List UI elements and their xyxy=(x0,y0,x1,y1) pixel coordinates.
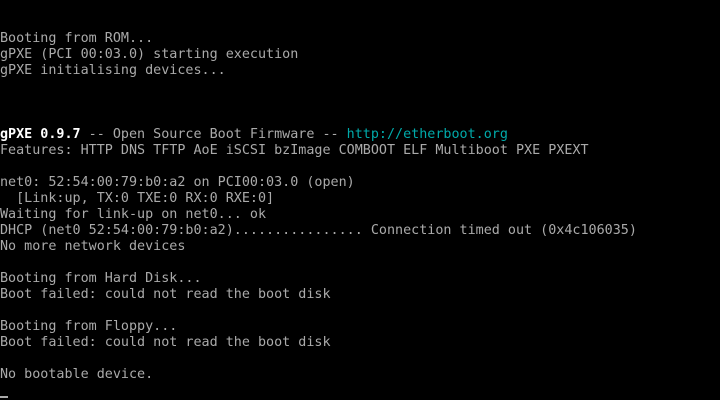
gpxe-banner-line: gPXE 0.9.7 -- Open Source Boot Firmware … xyxy=(0,127,508,143)
no-bootable-line: No bootable device. xyxy=(0,367,154,382)
dhcp-status-line: DHCP (net0 52:54:00:79:b0:a2)...........… xyxy=(0,223,637,238)
link-status-line: [Link:up, TX:0 TXE:0 RX:0 RXE:0] xyxy=(0,191,275,206)
hd-boot-line: Booting from Hard Disk... xyxy=(0,271,202,286)
etherboot-url: http://etherboot.org xyxy=(346,127,508,142)
rom-boot-line: Booting from ROM... xyxy=(0,31,154,46)
net0-info-line: net0: 52:54:00:79:b0:a2 on PCI00:03.0 (o… xyxy=(0,175,355,190)
features-line: Features: HTTP DNS TFTP AoE iSCSI bzImag… xyxy=(0,143,589,158)
hd-fail-line: Boot failed: could not read the boot dis… xyxy=(0,287,331,302)
no-network-line: No more network devices xyxy=(0,239,186,254)
gpxe-init-line: gPXE initialising devices... xyxy=(0,63,226,78)
banner-separator: -- Open Source Boot Firmware -- xyxy=(80,127,347,142)
text-cursor xyxy=(0,396,8,398)
waiting-link-line: Waiting for link-up on net0... ok xyxy=(0,207,267,222)
gpxe-start-line: gPXE (PCI 00:03.0) starting execution xyxy=(0,47,299,62)
floppy-boot-line: Booting from Floppy... xyxy=(0,319,178,334)
bios-console-screen: Booting from ROM... gPXE (PCI 00:03.0) s… xyxy=(0,0,720,400)
floppy-fail-line: Boot failed: could not read the boot dis… xyxy=(0,335,331,350)
gpxe-version: gPXE 0.9.7 xyxy=(0,127,81,142)
